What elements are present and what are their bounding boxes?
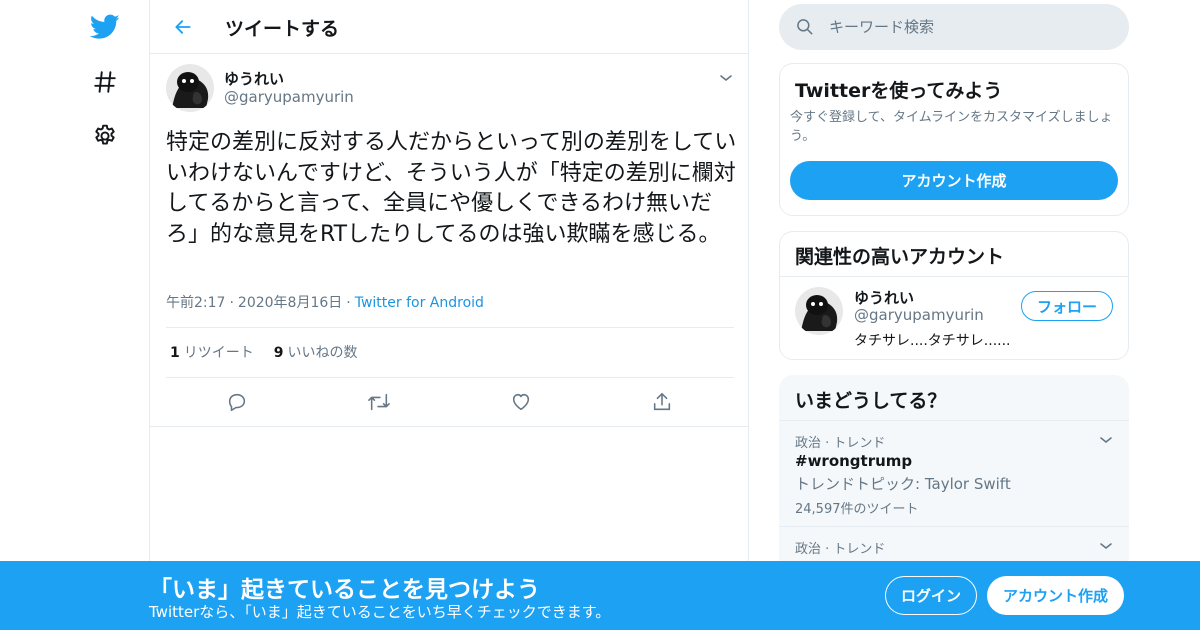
follow-button[interactable]: フォロー [1021, 291, 1113, 321]
back-button[interactable] [166, 10, 200, 44]
trend-topic: トレンドトピック: Taylor Swift [795, 475, 1011, 493]
search-bar [779, 4, 1129, 50]
arrow-left-icon [175, 20, 191, 34]
meta-separator: · [229, 295, 234, 311]
reply-icon [228, 393, 246, 412]
related-accounts-title: 関連性の高いアカウント [795, 246, 1005, 268]
explore-link[interactable] [86, 63, 124, 101]
share-icon [653, 392, 671, 411]
retweet-icon [368, 393, 390, 411]
chevron-down-icon [1100, 437, 1112, 444]
divider [166, 327, 734, 328]
settings-link[interactable] [86, 117, 124, 155]
retweet-button[interactable] [366, 389, 392, 415]
divider [779, 526, 1129, 527]
retweet-label: リツイート [183, 345, 254, 361]
search-input[interactable] [829, 4, 1119, 50]
banner-title: 「いま」起きていることを見つけよう [149, 577, 540, 603]
divider [780, 276, 1128, 277]
related-account-handle[interactable]: @garyupamyurin [854, 306, 984, 324]
share-button[interactable] [649, 389, 675, 415]
trend-menu-button[interactable] [1097, 431, 1115, 449]
signup-card-title: Twitterを使ってみよう [795, 80, 1003, 102]
tweet-meta: 午前2:17 · 2020年8月16日 · Twitter for Android [166, 292, 484, 312]
tweet-stats: 1 リツイート 9 いいねの数 [170, 342, 358, 362]
reply-button[interactable] [224, 389, 250, 415]
signup-button[interactable]: アカウント作成 [790, 161, 1118, 200]
tweet-menu-button[interactable] [716, 68, 736, 88]
like-stat[interactable]: 9 いいねの数 [274, 345, 358, 361]
signup-card: Twitterを使ってみよう 今すぐ登録して、タイムラインをカスタマイズしましょ… [779, 63, 1129, 216]
ghost-avatar-icon [795, 287, 843, 335]
chevron-down-icon [1100, 543, 1112, 550]
heart-icon [512, 393, 530, 411]
ghost-avatar-icon [166, 64, 214, 112]
gear-icon [95, 124, 115, 145]
author-handle[interactable]: @garyupamyurin [224, 88, 354, 106]
banner-subtitle: Twitterなら、「いま」起きていることをいち早くチェックできます。 [149, 603, 611, 621]
main-column: ツイートする ゆうれい @garyupamyurin 特定の差別に反対する人だか… [149, 0, 749, 630]
divider [779, 420, 1129, 421]
twitter-logo-link[interactable] [86, 8, 124, 46]
trend-menu-button[interactable] [1097, 537, 1115, 555]
trend-name: #wrongtrump [795, 452, 913, 470]
chevron-down-icon [720, 75, 732, 82]
like-label: いいねの数 [287, 345, 358, 361]
hashtag-icon [94, 71, 116, 93]
like-count: 9 [273, 345, 284, 361]
divider [166, 377, 734, 378]
avatar[interactable] [166, 64, 214, 112]
avatar[interactable] [795, 287, 843, 335]
signup-card-description: 今すぐ登録して、タイムラインをカスタマイズしましょう。 [790, 110, 1113, 144]
trend-meta: 政治 · トレンド [795, 542, 886, 557]
retweet-stat[interactable]: 1 リツイート [170, 345, 254, 361]
page-header: ツイートする [150, 0, 748, 54]
divider [150, 426, 748, 427]
retweet-count: 1 [170, 345, 180, 361]
twitter-bird-icon [90, 14, 120, 39]
search-icon [797, 19, 813, 35]
left-nav [0, 0, 150, 630]
related-account-bio: タチサレ....タチサレ...... [854, 333, 1011, 349]
banner-signup-button[interactable]: アカウント作成 [987, 576, 1124, 615]
trend-meta: 政治 · トレンド [795, 436, 886, 451]
trends-title: いまどうしてる？ [795, 390, 947, 412]
tweet-time[interactable]: 午前2:17 [166, 295, 225, 311]
trend-count: 24,597件のツイート [795, 502, 919, 517]
signup-banner: 「いま」起きていることを見つけよう Twitterなら、「いま」起きていることを… [0, 561, 1200, 630]
related-accounts-card: 関連性の高いアカウント ゆうれい @garyupamyurin タチサレ....… [779, 231, 1129, 360]
tweet-source-link[interactable]: Twitter for Android [355, 295, 484, 311]
related-account-name[interactable]: ゆうれい [854, 287, 914, 308]
tweet-text: 特定の差別に反対する人だからといって別の差別をしていいわけないんですけど、そうい… [166, 130, 737, 247]
author-name[interactable]: ゆうれい [224, 68, 284, 89]
page-title: ツイートする [225, 18, 340, 40]
like-button[interactable] [508, 389, 534, 415]
meta-separator: · [346, 295, 351, 311]
tweet-date[interactable]: 2020年8月16日 [238, 295, 342, 311]
login-button[interactable]: ログイン [885, 576, 977, 615]
